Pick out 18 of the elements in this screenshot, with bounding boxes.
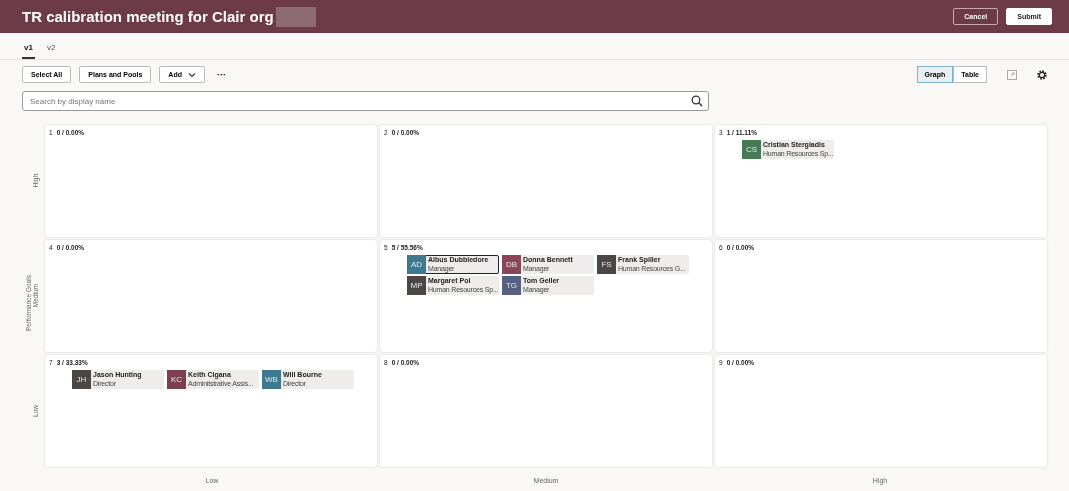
initials-avatar: AD	[407, 255, 426, 274]
initials-avatar: CS	[742, 140, 761, 159]
version-tab[interactable]: v1	[22, 37, 35, 59]
initials-avatar: FS	[597, 255, 616, 274]
more-button[interactable]: ···	[212, 69, 230, 80]
redacted-block	[275, 6, 316, 27]
settings-icon[interactable]	[1037, 69, 1047, 80]
initials-avatar: TG	[502, 276, 521, 295]
version-tab[interactable]: v2	[44, 37, 58, 59]
initials-avatar: KC	[167, 370, 186, 389]
search-icon	[691, 95, 703, 107]
search-field[interactable]: Search by display name	[22, 91, 709, 111]
caret-icon	[187, 71, 196, 78]
initials-avatar: JH	[72, 370, 91, 389]
initials-avatar: WB	[262, 370, 281, 389]
page-title: TR calibration meeting for Clair org	[22, 8, 274, 25]
initials-avatar: MP	[407, 276, 426, 295]
initials-avatar: DB	[502, 255, 521, 274]
